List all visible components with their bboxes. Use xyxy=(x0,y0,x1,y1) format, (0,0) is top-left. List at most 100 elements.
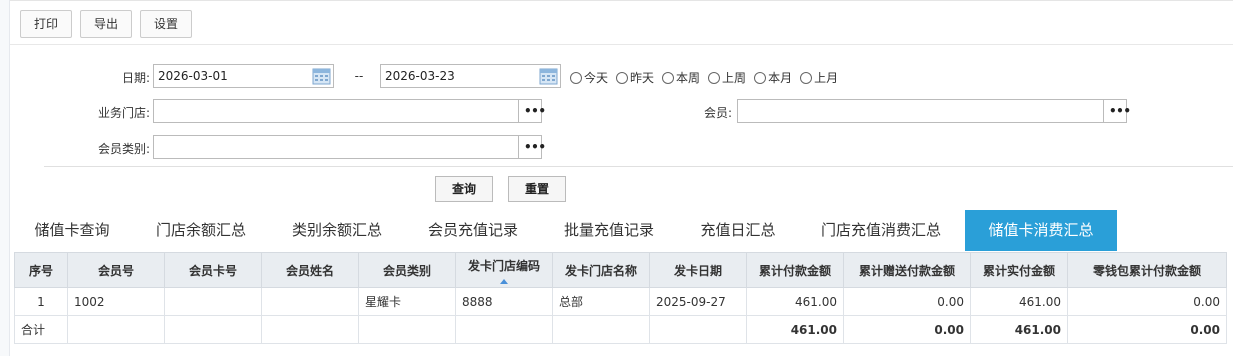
filter-divider xyxy=(44,166,1233,167)
table-cell xyxy=(455,315,553,344)
consumption-summary-table: 序号 会员号 会员卡号 会员姓名 会员类别 发卡门店编码 发卡门店名称 发卡日期… xyxy=(14,252,1227,344)
tab-batch-recharge-records[interactable]: 批量充值记录 xyxy=(544,210,674,251)
tab-store-balance-summary[interactable]: 门店余额汇总 xyxy=(136,210,266,251)
table-cell: 461.00 xyxy=(746,287,844,316)
radio-yesterday[interactable]: 昨天 xyxy=(616,69,654,86)
total-cell: 0.00 xyxy=(1067,315,1227,344)
radio-label: 本月 xyxy=(768,71,793,85)
sort-ascending-icon xyxy=(500,279,508,284)
top-divider xyxy=(10,0,1233,1)
tab-daily-recharge-summary[interactable]: 充值日汇总 xyxy=(680,210,796,251)
store-label: 业务门店: xyxy=(97,106,150,120)
column-header[interactable]: 会员类别 xyxy=(358,252,456,288)
radio-today[interactable]: 今天 xyxy=(570,69,608,86)
table-cell: 0.00 xyxy=(1067,287,1227,316)
table-cell: 总部 xyxy=(552,287,650,316)
table-cell: 0.00 xyxy=(843,287,971,316)
column-header[interactable]: 序号 xyxy=(14,252,68,288)
radio-last-month[interactable]: 上月 xyxy=(800,69,838,86)
column-header-sorted[interactable]: 发卡门店编码 xyxy=(455,252,553,288)
member-picker-button[interactable]: ••• xyxy=(1103,99,1131,123)
table-cell: 星耀卡 xyxy=(358,287,456,316)
table-cell xyxy=(261,315,359,344)
radio-circle[interactable] xyxy=(754,71,767,84)
column-header[interactable]: 累计实付金额 xyxy=(970,252,1068,288)
radio-label: 今天 xyxy=(584,71,609,85)
date-from-field[interactable]: 2026-03-01 xyxy=(153,64,334,88)
total-cell: 0.00 xyxy=(843,315,971,344)
more-icon: ••• xyxy=(524,140,546,154)
column-header[interactable]: 累计赠送付款金额 xyxy=(843,252,971,288)
member-type-input[interactable] xyxy=(153,135,519,159)
calendar-icon[interactable] xyxy=(312,67,331,85)
table-cell xyxy=(358,315,456,344)
tab-stored-card-consumption-summary[interactable]: 储值卡消费汇总 xyxy=(965,210,1117,251)
table-cell xyxy=(552,315,650,344)
table-header-row: 序号 会员号 会员卡号 会员姓名 会员类别 发卡门店编码 发卡门店名称 发卡日期… xyxy=(14,252,1227,288)
store-input[interactable] xyxy=(153,99,519,123)
radio-last-week[interactable]: 上周 xyxy=(708,69,746,86)
member-type-picker-button[interactable]: ••• xyxy=(518,135,546,159)
column-header[interactable]: 发卡门店名称 xyxy=(552,252,650,288)
radio-label: 上月 xyxy=(814,71,839,85)
calendar-icon[interactable] xyxy=(539,67,558,85)
radio-circle[interactable] xyxy=(616,71,629,84)
more-icon: ••• xyxy=(524,104,546,118)
table-cell: 1002 xyxy=(67,287,165,316)
toolbar: 打印 导出 设置 xyxy=(20,10,193,38)
date-separator: -- xyxy=(354,69,364,83)
total-cell: 461.00 xyxy=(746,315,844,344)
more-icon: ••• xyxy=(1109,104,1131,118)
column-header-label: 发卡门店编码 xyxy=(467,259,540,273)
export-button[interactable]: 导出 xyxy=(80,10,133,38)
column-header[interactable]: 会员卡号 xyxy=(164,252,262,288)
table-cell: 461.00 xyxy=(970,287,1068,316)
tab-stored-card-query[interactable]: 储值卡查询 xyxy=(10,210,134,251)
table-cell xyxy=(164,315,262,344)
radio-this-month[interactable]: 本月 xyxy=(754,69,792,86)
total-label: 合计 xyxy=(14,315,68,344)
table-cell xyxy=(164,287,262,316)
radio-label: 上周 xyxy=(722,71,747,85)
tab-store-recharge-consumption-summary[interactable]: 门店充值消费汇总 xyxy=(800,210,962,251)
radio-label: 本周 xyxy=(676,71,701,85)
column-header[interactable]: 会员号 xyxy=(67,252,165,288)
column-header[interactable]: 会员姓名 xyxy=(261,252,359,288)
left-edge-panel xyxy=(0,0,10,356)
column-header[interactable]: 零钱包累计付款金额 xyxy=(1067,252,1227,288)
member-label: 会员: xyxy=(703,106,732,120)
quick-range-group: 今天 昨天 本周 上周 本月 上月 xyxy=(570,69,846,86)
reset-button[interactable]: 重置 xyxy=(508,176,566,202)
column-header[interactable]: 累计付款金额 xyxy=(746,252,844,288)
table-cell xyxy=(67,315,165,344)
tab-member-recharge-records[interactable]: 会员充值记录 xyxy=(408,210,538,251)
radio-circle[interactable] xyxy=(570,71,582,84)
table-row[interactable]: 1 1002 星耀卡 8888 总部 2025-09-27 461.00 0.0… xyxy=(14,287,1227,316)
table-cell: 8888 xyxy=(455,287,553,316)
date-to-value: 2026-03-23 xyxy=(385,69,455,83)
table-cell xyxy=(649,315,747,344)
radio-circle[interactable] xyxy=(800,71,813,84)
query-button[interactable]: 查询 xyxy=(435,176,493,202)
table-cell xyxy=(261,287,359,316)
settings-button[interactable]: 设置 xyxy=(140,10,193,38)
column-header[interactable]: 发卡日期 xyxy=(649,252,747,288)
toolbar-divider xyxy=(10,44,1233,45)
total-cell: 461.00 xyxy=(970,315,1068,344)
tab-category-balance-summary[interactable]: 类别余额汇总 xyxy=(272,210,402,251)
radio-circle[interactable] xyxy=(662,71,675,84)
date-from-value: 2026-03-01 xyxy=(158,69,228,83)
radio-this-week[interactable]: 本周 xyxy=(662,69,700,86)
table-cell: 2025-09-27 xyxy=(649,287,747,316)
radio-label: 昨天 xyxy=(630,71,655,85)
print-button[interactable]: 打印 xyxy=(20,10,73,38)
member-type-label: 会员类别: xyxy=(97,142,150,156)
date-label: 日期: xyxy=(121,71,150,85)
table-cell: 1 xyxy=(14,287,68,316)
radio-circle[interactable] xyxy=(708,71,721,84)
date-to-field[interactable]: 2026-03-23 xyxy=(380,64,561,88)
report-tabs: 储值卡查询 门店余额汇总 类别余额汇总 会员充值记录 批量充值记录 充值日汇总 … xyxy=(10,210,1233,251)
member-input[interactable] xyxy=(737,99,1104,123)
table-total-row: 合计 461.00 0.00 461.00 0.00 xyxy=(14,315,1227,344)
store-picker-button[interactable]: ••• xyxy=(518,99,546,123)
